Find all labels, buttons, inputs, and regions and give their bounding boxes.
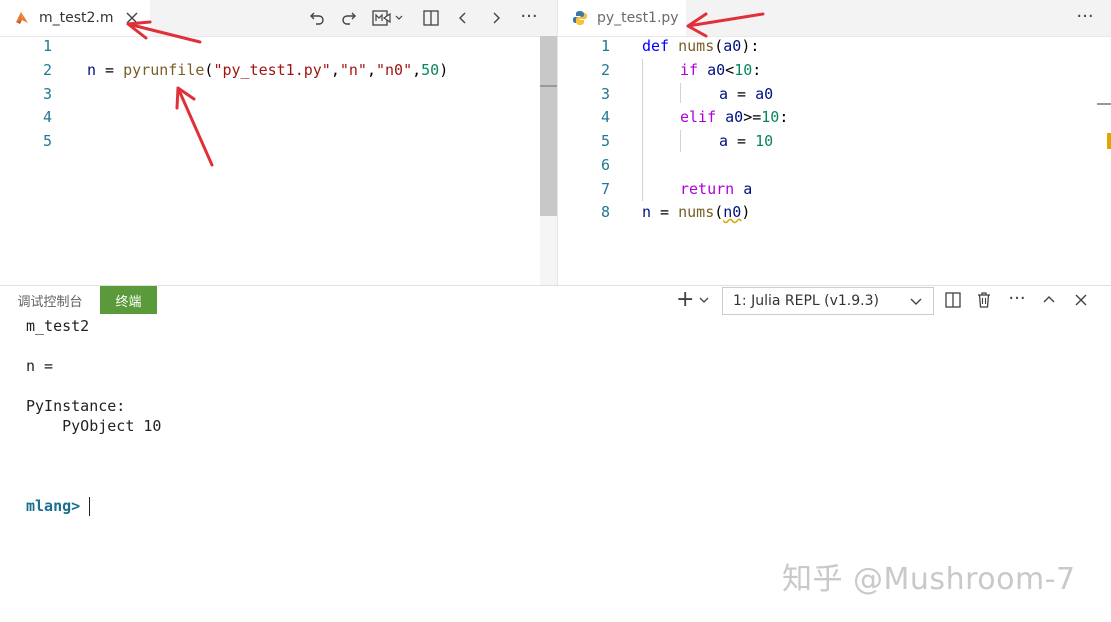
- line-number: 2: [42, 61, 52, 79]
- line-number: 8: [600, 203, 610, 221]
- undo-icon[interactable]: [307, 8, 327, 28]
- terminal-cursor: [89, 497, 90, 516]
- tab-py-test1[interactable]: py_test1.py: [558, 0, 686, 36]
- split-terminal-icon[interactable]: [943, 290, 963, 310]
- chevron-up-icon[interactable]: [1039, 290, 1059, 310]
- python-file-icon: [572, 10, 588, 26]
- right-tab-bar: py_test1.py ···: [558, 0, 1111, 37]
- line-number: 2: [600, 61, 610, 79]
- line-number: 3: [42, 85, 52, 103]
- indent-guide: [642, 59, 643, 201]
- new-terminal-button[interactable]: +: [676, 288, 716, 312]
- right-editor-pane: py_test1.py ··· 1 2 3 4 5 6 7 8 def nums…: [558, 0, 1111, 285]
- tab-label: m_test2.m: [39, 10, 114, 26]
- line-number: 6: [600, 156, 610, 174]
- run-menu-icon[interactable]: [370, 8, 408, 28]
- warning-squiggle-token: n0: [723, 203, 742, 221]
- tab-debug-console[interactable]: 调试控制台: [0, 286, 100, 314]
- terminal-line: m_test2: [26, 317, 90, 335]
- scrollbar-warning-marker: [1107, 133, 1111, 149]
- code-line-1[interactable]: def nums(a0):: [642, 35, 759, 59]
- code-line-4[interactable]: elif a0>=10:: [680, 106, 788, 130]
- chevron-right-icon[interactable]: [486, 8, 506, 28]
- split-editor-icon[interactable]: [421, 8, 441, 28]
- terminal-select-value: 1: Julia REPL (v1.9.3): [733, 293, 879, 309]
- terminal-select[interactable]: 1: Julia REPL (v1.9.3): [722, 287, 934, 315]
- terminal-line: PyInstance:: [26, 397, 126, 415]
- chevron-left-icon[interactable]: [453, 8, 473, 28]
- code-line-7[interactable]: return a: [680, 178, 752, 202]
- line-number: 4: [600, 108, 610, 126]
- line-number: 4: [42, 108, 52, 126]
- line-number: 5: [42, 132, 52, 150]
- code-line-5[interactable]: a = 10: [719, 130, 773, 154]
- close-icon[interactable]: [126, 12, 138, 24]
- line-number: 1: [42, 37, 52, 55]
- code-line-2[interactable]: n = pyrunfile("py_test1.py","n","n0",50): [87, 59, 448, 83]
- terminal-line: PyObject 10: [26, 417, 162, 435]
- tab-m-test2[interactable]: m_test2.m: [0, 0, 150, 36]
- more-actions-icon[interactable]: ···: [517, 6, 541, 27]
- code-line-8[interactable]: n = nums(n0): [642, 201, 750, 225]
- scrollbar-cursor-marker: [1097, 103, 1111, 105]
- plus-icon: +: [676, 287, 695, 312]
- chevron-down-icon: [698, 294, 710, 306]
- chevron-down-icon: [909, 294, 923, 308]
- line-number: 1: [600, 37, 610, 55]
- line-number: 5: [600, 132, 610, 150]
- indent-guide: [680, 130, 681, 152]
- line-number: 3: [600, 85, 610, 103]
- line-number: 7: [600, 180, 610, 198]
- trash-icon[interactable]: [974, 290, 994, 310]
- tab-label: py_test1.py: [597, 10, 679, 26]
- matlab-file-icon: [14, 10, 30, 26]
- scrollbar-cursor-marker: [540, 85, 557, 87]
- redo-icon[interactable]: [339, 8, 359, 28]
- code-line-3[interactable]: a = a0: [719, 83, 773, 107]
- terminal-line: n =: [26, 357, 54, 375]
- terminal-prompt[interactable]: mlang>: [26, 496, 80, 516]
- more-actions-icon[interactable]: ···: [1005, 288, 1029, 309]
- code-line-2[interactable]: if a0<10:: [680, 59, 761, 83]
- left-scrollbar-thumb[interactable]: [540, 36, 557, 216]
- more-actions-icon[interactable]: ···: [1073, 6, 1097, 27]
- close-icon[interactable]: [1071, 290, 1091, 310]
- indent-guide: [680, 83, 681, 103]
- watermark: 知乎 @Mushroom-7: [782, 562, 1076, 597]
- left-editor-pane: m_test2.m ··· 1 2 3 4 5 n = pyrunfile("p…: [0, 0, 557, 285]
- tab-terminal[interactable]: 终端: [100, 286, 157, 314]
- left-tab-bar: m_test2.m ···: [0, 0, 557, 37]
